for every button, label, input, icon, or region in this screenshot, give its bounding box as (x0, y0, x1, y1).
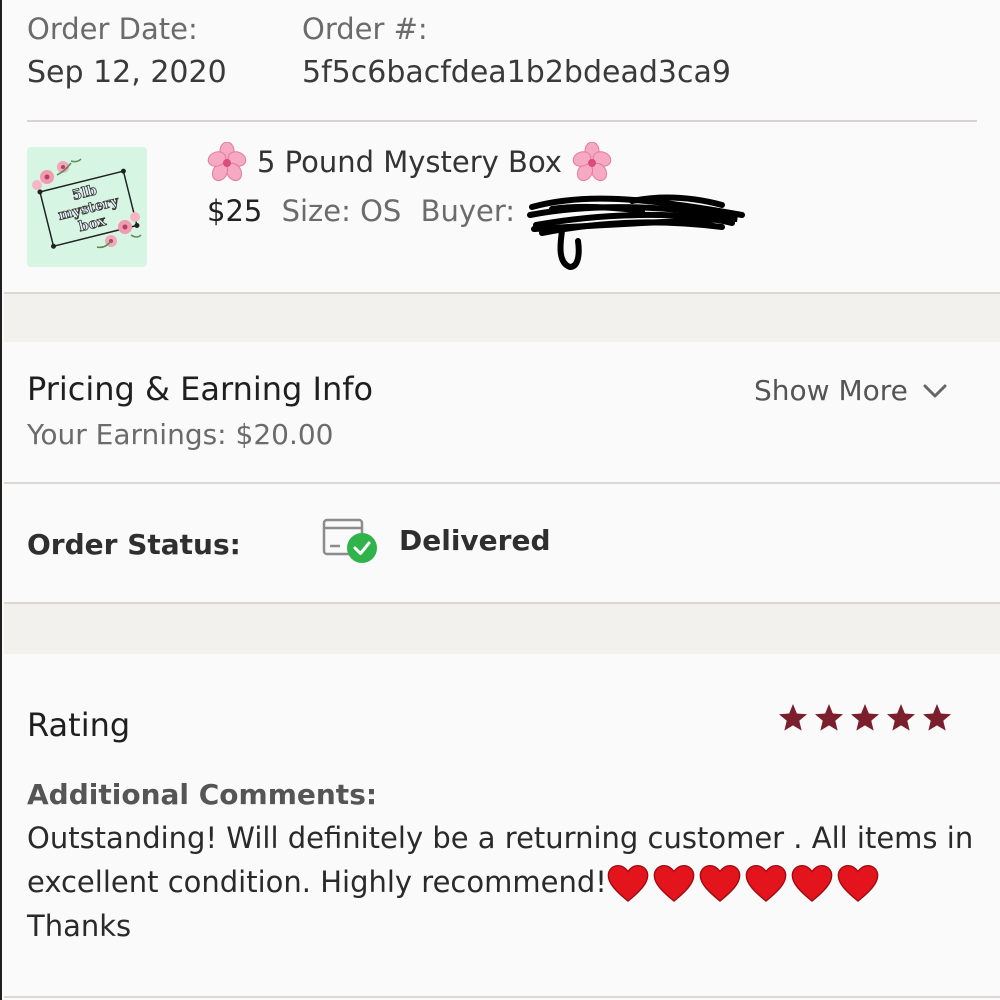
product-meta-row: $25 Size: OS Buyer: (207, 194, 515, 228)
section-gap (4, 294, 1000, 342)
heart-icon (607, 864, 649, 902)
heart-emoji-group (607, 864, 879, 904)
order-status-value: Delivered (399, 524, 551, 557)
earnings-text: Your Earnings: $20.00 (27, 418, 334, 451)
star-icon (887, 704, 915, 731)
comment-text: Outstanding! Will definitely be a return… (27, 816, 987, 948)
order-date-value: Sep 12, 2020 (27, 55, 227, 90)
star-icon (815, 704, 843, 731)
section-divider (4, 482, 1000, 484)
comments-label: Additional Comments: (27, 778, 378, 811)
section-divider (4, 996, 1000, 998)
heart-icon (653, 864, 695, 902)
mystery-box-thumbnail-art: 5lb mystery box (32, 158, 142, 249)
heart-icon (837, 864, 879, 902)
star-icon (779, 704, 807, 731)
order-details-screen: Order Date: Sep 12, 2020 Order #: 5f5c6b… (0, 0, 1000, 1000)
heart-icon (699, 864, 741, 902)
comment-line: excellent condition. Highly recommend! (27, 865, 607, 899)
section-gap (4, 604, 1000, 654)
comment-line: Outstanding! Will definitely be a return… (27, 821, 974, 855)
product-thumbnail[interactable]: 5lb mystery box (27, 147, 147, 267)
star-icon (923, 704, 951, 731)
chevron-down-icon (923, 384, 947, 397)
show-more-button[interactable]: Show More (754, 374, 948, 407)
comment-line-2: excellent condition. Highly recommend! (27, 860, 987, 904)
product-size: Size: OS (281, 194, 402, 228)
heart-icon (745, 864, 787, 902)
product-title: 5 Pound Mystery Box (257, 145, 562, 179)
flower-icon (572, 142, 612, 182)
order-status-label: Order Status: (27, 528, 241, 561)
pricing-heading: Pricing & Earning Info (27, 370, 374, 408)
product-price: $25 (207, 194, 263, 228)
package-delivered-icon (322, 518, 377, 563)
show-more-label: Show More (754, 374, 908, 407)
order-date-label: Order Date: (27, 12, 198, 46)
comment-line: Thanks (27, 909, 132, 943)
flower-icon (207, 142, 247, 182)
heart-icon (791, 864, 833, 902)
star-icon (851, 704, 879, 731)
thumb-flower-cluster-top (32, 158, 82, 190)
rating-heading: Rating (27, 706, 131, 744)
buyer-name-redaction (527, 194, 745, 271)
order-number-value: 5f5c6bacfdea1b2bdead3ca9 (302, 55, 731, 90)
buyer-label: Buyer: (420, 194, 516, 228)
product-title-row[interactable]: 5 Pound Mystery Box (207, 142, 612, 182)
rating-stars (777, 702, 953, 734)
divider (27, 120, 977, 122)
order-number-label: Order #: (302, 12, 428, 46)
